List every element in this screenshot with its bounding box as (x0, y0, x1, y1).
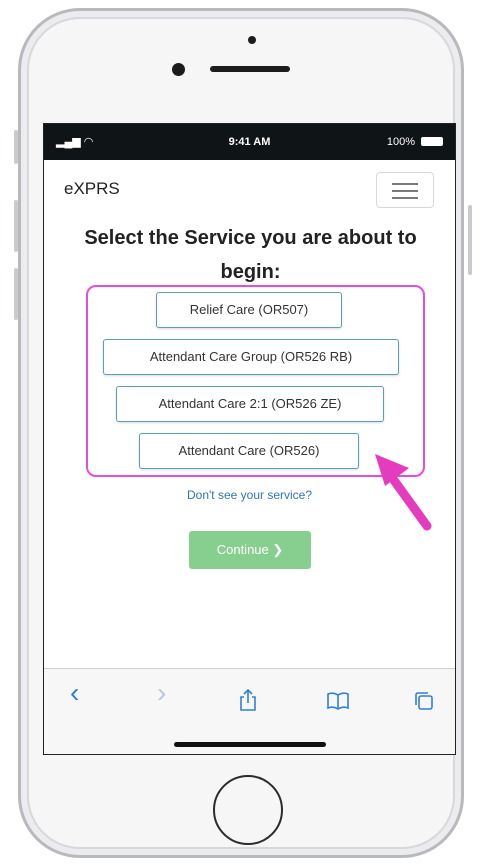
continue-button[interactable]: Continue ❯ (189, 531, 311, 569)
share-icon[interactable] (239, 689, 257, 711)
back-icon[interactable]: ‹ (70, 677, 79, 709)
tabs-icon[interactable] (414, 691, 434, 711)
bookmarks-icon[interactable] (327, 692, 349, 710)
earpiece-speaker (210, 66, 290, 72)
proximity-sensor (248, 36, 256, 44)
mute-switch (14, 130, 18, 164)
dont-see-service-link[interactable]: Don't see your service? (44, 488, 455, 502)
home-button[interactable] (213, 775, 283, 845)
power-button (468, 205, 472, 275)
phone-screen: ▂▄▆ ◠ 9:41 AM 100% eXPRS Select the Serv… (43, 123, 456, 755)
browser-toolbar: ‹ › (44, 668, 455, 754)
front-camera (172, 63, 185, 76)
home-indicator (174, 742, 326, 747)
arrow-annotation (375, 454, 432, 531)
forward-icon[interactable]: › (157, 677, 166, 709)
volume-up-button (14, 200, 18, 252)
volume-down-button (14, 268, 18, 320)
